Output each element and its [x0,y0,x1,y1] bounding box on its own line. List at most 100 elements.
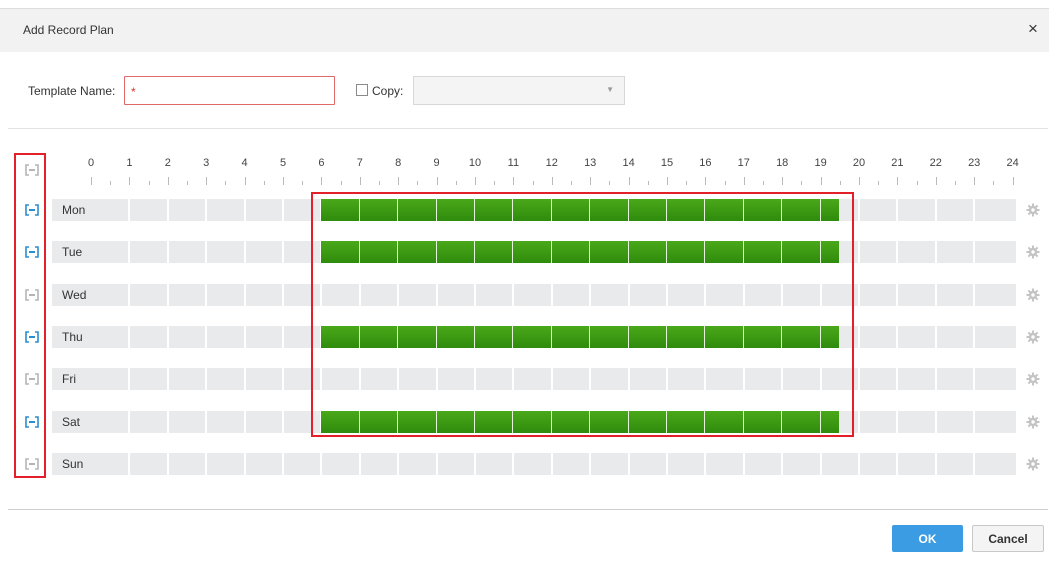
hour-cell-divider [550,453,553,475]
hour-cell-divider [282,199,284,221]
hour-cell-divider [128,453,131,475]
hour-cell-divider [704,453,707,475]
hour-label: 6 [318,157,325,169]
hour-cell-divider [320,453,323,475]
hour-cell-divider [512,453,515,475]
hour-cell-divider [358,453,361,475]
timeline-tick [532,181,534,185]
hour-cell-divider [858,411,860,433]
day-label: Mon [52,199,92,221]
hour-cell-divider [858,199,860,221]
hour-label: 3 [203,157,210,169]
hour-cell-divider [166,368,169,390]
timeline-tick [129,177,131,185]
divider [8,128,1048,129]
hour-cell-divider [205,241,208,263]
hour-cell-divider [243,411,246,433]
timeline-tick [916,181,918,185]
hour-cell-divider [397,453,400,475]
hour-cell-divider [128,284,131,306]
timeline-tick [206,177,208,185]
hour-cell-divider [243,368,246,390]
hour-cell-divider [243,284,246,306]
hour-cell-divider [934,241,937,263]
hour-cell-divider [781,453,784,475]
timeline-tick [436,177,438,185]
hour-label: 5 [279,157,287,169]
close-icon[interactable]: × [1023,19,1043,39]
gear-icon[interactable] [1026,203,1040,217]
timeline-tick [475,177,476,185]
hour-cell-divider [166,453,169,475]
gear-icon[interactable] [1026,330,1040,344]
template-name-label: Template Name: [28,84,116,98]
hour-cell-divider [282,411,284,433]
hour-label: 4 [241,157,248,169]
hour-cell-divider [282,368,284,390]
timeline-tick [628,177,630,185]
timeline-tick [878,181,880,185]
hour-label: 22 [929,157,942,169]
hour-cell-divider [896,241,899,263]
timeline-tick [110,181,112,185]
timeline-tick [763,181,764,185]
template-name-input[interactable]: * [124,76,335,105]
timeline-tick [647,181,649,185]
hour-label: 1 [126,157,133,169]
copy-checkbox[interactable] [356,84,368,96]
hour-label: 2 [164,157,171,169]
timeline-tick [705,177,707,185]
day-row-track[interactable] [52,453,1016,475]
timeline-tick [974,177,976,185]
hour-cell-divider [166,199,169,221]
hour-label: 13 [584,157,597,169]
copy-dropdown[interactable]: ▼ [413,76,625,105]
hour-cell-divider [282,241,284,263]
hour-cell-divider [819,453,822,475]
gear-icon[interactable] [1026,415,1040,429]
timeline-tick [263,181,265,185]
hour-cell-divider [858,241,860,263]
chevron-down-icon: ▼ [606,85,614,94]
cancel-button[interactable]: Cancel [972,525,1044,552]
timeline-tick [590,177,592,185]
gear-icon[interactable] [1026,372,1040,386]
hour-label: 18 [776,157,789,169]
timeline-tick [321,177,323,185]
gear-icon[interactable] [1026,245,1040,259]
hour-label: 24 [1006,157,1019,169]
hour-cell-divider [973,368,976,390]
timeline-tick [187,181,188,185]
timeline-tick [955,181,956,185]
timeline-tick [398,177,400,185]
hour-cell-divider [282,284,284,306]
gear-icon[interactable] [1026,288,1040,302]
dialog-title: Add Record Plan [23,23,114,37]
gear-icon[interactable] [1026,457,1040,471]
hour-cell-divider [934,326,937,348]
hour-cell-divider [243,241,246,263]
day-label: Wed [52,284,92,306]
hour-cell-divider [282,453,284,475]
hour-cell-divider [205,284,208,306]
hour-cell-divider [934,453,937,475]
ok-button[interactable]: OK [892,525,963,552]
hour-cell-divider [166,411,169,433]
hour-label: 16 [699,157,712,169]
timeline-tick [91,177,92,185]
timeline-tick [417,181,419,185]
timeline-tick [359,177,361,185]
timeline-tick [859,177,860,185]
day-label: Sun [52,453,92,475]
timeline-tick [801,181,803,185]
hour-cell-divider [934,411,937,433]
hour-cell-divider [627,453,630,475]
schedule-highlight [311,192,854,437]
hour-label: 21 [891,157,904,169]
timeline-tick [513,177,515,185]
hour-cell-divider [243,199,246,221]
hour-cell-divider [128,368,131,390]
hour-label: 14 [622,157,635,169]
timeline-tick [935,177,937,185]
hour-cell-divider [896,284,899,306]
